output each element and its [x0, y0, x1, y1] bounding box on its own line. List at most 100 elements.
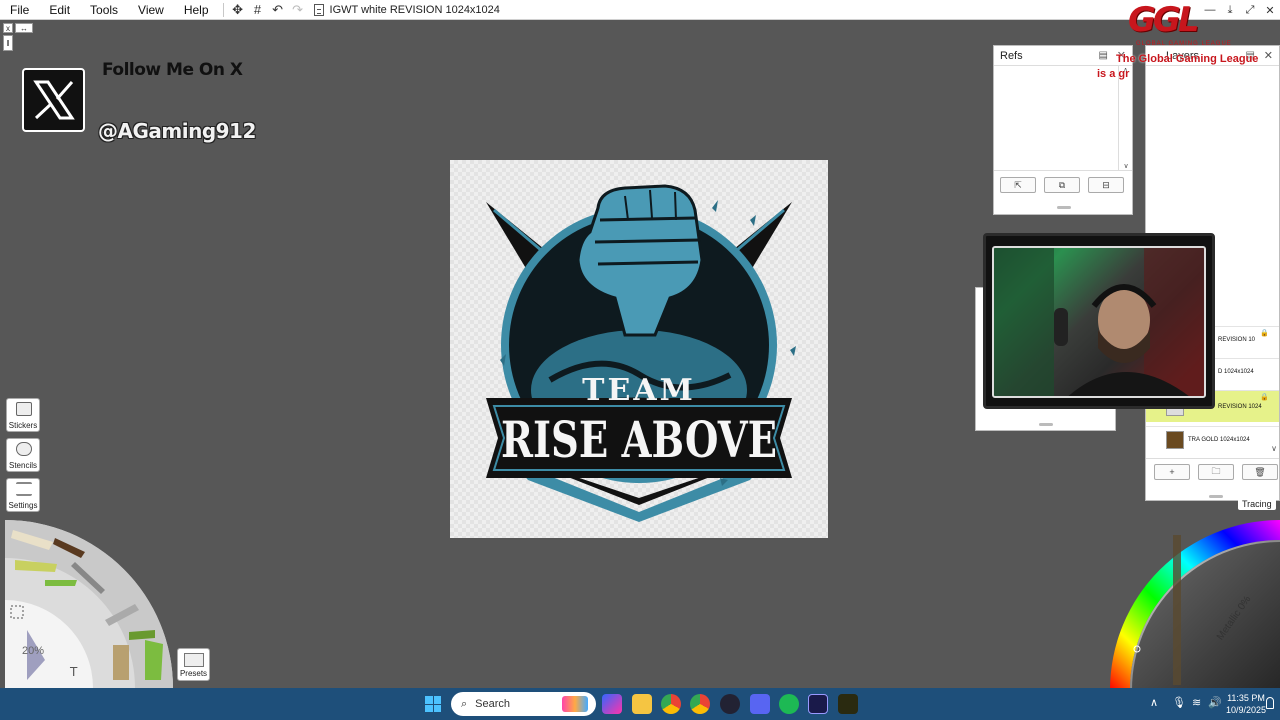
file-explorer-icon[interactable] — [632, 694, 652, 714]
divider — [994, 170, 1132, 171]
stencils-label: Stencils — [8, 461, 37, 470]
windows-start-icon[interactable] — [425, 696, 441, 712]
menu-bar: File Edit Tools View Help ✥ # ↶ ↷ IGWT w… — [0, 0, 1280, 20]
sticker-icon — [16, 402, 32, 416]
layer-name: REVISION 1024 — [1218, 403, 1262, 410]
color-picker[interactable] — [1105, 515, 1280, 690]
team-rise-above-artwork: TEAM RISE ABOVE — [486, 184, 796, 522]
webcam-feed — [992, 246, 1206, 398]
webcam-overlay — [983, 233, 1215, 409]
clear-ref-button[interactable]: ⊟ — [1088, 177, 1124, 193]
move-icon[interactable]: ✥ — [228, 0, 248, 20]
clock-date: 10/9/2025 — [1226, 705, 1267, 715]
ggl-logo: GGL — [1128, 0, 1200, 40]
fullscreen-icon[interactable]: ⤢ — [1240, 0, 1260, 20]
stencils-button[interactable]: Stencils — [6, 438, 40, 472]
refs-title: Refs — [1000, 49, 1023, 62]
layer-name: TRA GOLD 1024x1024 — [1188, 436, 1250, 443]
divider — [222, 2, 224, 17]
panel-grip[interactable] — [1039, 423, 1053, 426]
artwork-line1: TEAM — [582, 373, 696, 408]
microphone-icon[interactable]: 🎙 — [1172, 696, 1186, 709]
layer-row[interactable]: TRA GOLD 1024x1024 — [1146, 426, 1279, 452]
chrome-icon[interactable] — [661, 694, 681, 714]
taskbar-clock[interactable]: 11:35 PM 10/9/2025 — [1226, 692, 1266, 716]
tracing-button[interactable]: Tracing — [1238, 498, 1276, 510]
artwork-line2: RISE ABOVE — [501, 410, 777, 469]
search-icon: ⌕ — [461, 697, 468, 710]
expand-icon[interactable]: ↔ — [15, 23, 33, 33]
ggl-tagline: The Global Gaming League — [1116, 53, 1259, 65]
chrome-profile-icon[interactable] — [690, 694, 710, 714]
collapse-icon[interactable]: x — [3, 23, 13, 33]
ggl-tagline: is a gr — [1097, 68, 1130, 80]
panel-menu-icon[interactable]: ▤ — [1099, 50, 1108, 61]
stencil-icon — [16, 442, 32, 456]
follow-text: Follow Me On X — [102, 60, 243, 80]
artrage-icon[interactable] — [838, 694, 858, 714]
search-highlight-icon — [562, 696, 588, 712]
sliders-icon — [16, 482, 32, 496]
minimize-icon[interactable]: — — [1200, 0, 1220, 20]
presets-label: Presets — [179, 669, 208, 678]
presets-button[interactable]: Presets — [177, 648, 210, 681]
copilot-icon[interactable] — [602, 694, 622, 714]
redo-icon[interactable]: ↷ — [288, 0, 308, 20]
social-handle: @AGaming912 — [98, 119, 256, 143]
new-folder-button[interactable]: 🗀 — [1198, 464, 1234, 480]
delete-layer-button[interactable]: 🗑 — [1242, 464, 1278, 480]
text-tool-icon[interactable]: T — [69, 665, 78, 679]
wifi-icon[interactable]: ≋ — [1192, 696, 1201, 709]
spotify-icon[interactable] — [779, 694, 799, 714]
menu-view[interactable]: View — [128, 0, 174, 20]
scroll-down-icon[interactable]: ∨ — [1271, 444, 1277, 453]
add-layer-button[interactable]: + — [1154, 464, 1190, 480]
steam-icon[interactable] — [720, 694, 740, 714]
x-logo-icon — [22, 68, 85, 132]
download-icon[interactable]: ⤓ — [1220, 0, 1240, 20]
paste-ref-button[interactable]: ⧉ — [1044, 177, 1080, 193]
scroll-down-icon[interactable]: ∨ — [1119, 162, 1133, 170]
menu-tools[interactable]: Tools — [80, 0, 128, 20]
lock-icon[interactable]: 🔒 — [1260, 393, 1269, 401]
ggl-watermark: GGL GLOBAL GAMING LEAGUE — [1128, 0, 1231, 47]
presets-icon — [183, 653, 204, 667]
divider — [1146, 458, 1279, 459]
settings-button[interactable]: Settings — [6, 478, 40, 512]
after-effects-icon[interactable] — [808, 694, 828, 714]
menu-file[interactable]: File — [0, 0, 39, 20]
stickers-label: Stickers — [8, 421, 38, 430]
grid-icon[interactable]: # — [248, 0, 268, 20]
tray-expand-icon[interactable]: ∧ — [1150, 696, 1158, 709]
zoom-level[interactable]: 20% — [22, 645, 44, 657]
ggl-subtitle: GLOBAL GAMING LEAGUE — [1136, 41, 1232, 47]
tool-wheel[interactable]: T — [5, 520, 173, 688]
close-icon[interactable]: ✕ — [1260, 0, 1280, 20]
stickers-button[interactable]: Stickers — [6, 398, 40, 432]
notification-bell-icon[interactable] — [1266, 697, 1274, 709]
menu-edit[interactable]: Edit — [39, 0, 80, 20]
slider-handle[interactable]: ‖ — [3, 35, 13, 51]
menu-help[interactable]: Help — [174, 0, 219, 20]
refs-header: Refs ▤ ✕ — [994, 46, 1132, 66]
panel-grip[interactable] — [1057, 206, 1071, 209]
taskbar-search[interactable]: ⌕ Search — [451, 692, 596, 716]
layer-name: REVISION 10 — [1218, 336, 1256, 343]
layer-thumbnail — [1166, 430, 1184, 449]
clock-time: 11:35 PM — [1227, 693, 1265, 703]
settings-label: Settings — [8, 501, 38, 510]
document-title[interactable]: IGWT white REVISION 1024x1024 — [313, 3, 500, 16]
refs-scrollbar[interactable]: ∧ ∨ — [1118, 66, 1132, 170]
panel-grip[interactable] — [1209, 495, 1223, 498]
layer-name: D 1024x1024 — [1218, 368, 1254, 375]
drawing-canvas[interactable]: TEAM RISE ABOVE — [450, 160, 828, 538]
import-ref-button[interactable]: ⇱ — [1000, 177, 1036, 193]
discord-icon[interactable] — [750, 694, 770, 714]
layers-close-icon[interactable]: ✕ — [1264, 49, 1273, 62]
document-icon — [313, 3, 324, 16]
taskbar: ⌕ Search ∧ 🎙 ≋ 🔊 11:35 PM 10/9/2025 — [0, 688, 1280, 720]
volume-icon[interactable]: 🔊 — [1208, 696, 1222, 709]
undo-icon[interactable]: ↶ — [268, 0, 288, 20]
window-controls: — ⤓ ⤢ ✕ — [1200, 0, 1280, 20]
lock-icon[interactable]: 🔒 — [1260, 329, 1269, 337]
